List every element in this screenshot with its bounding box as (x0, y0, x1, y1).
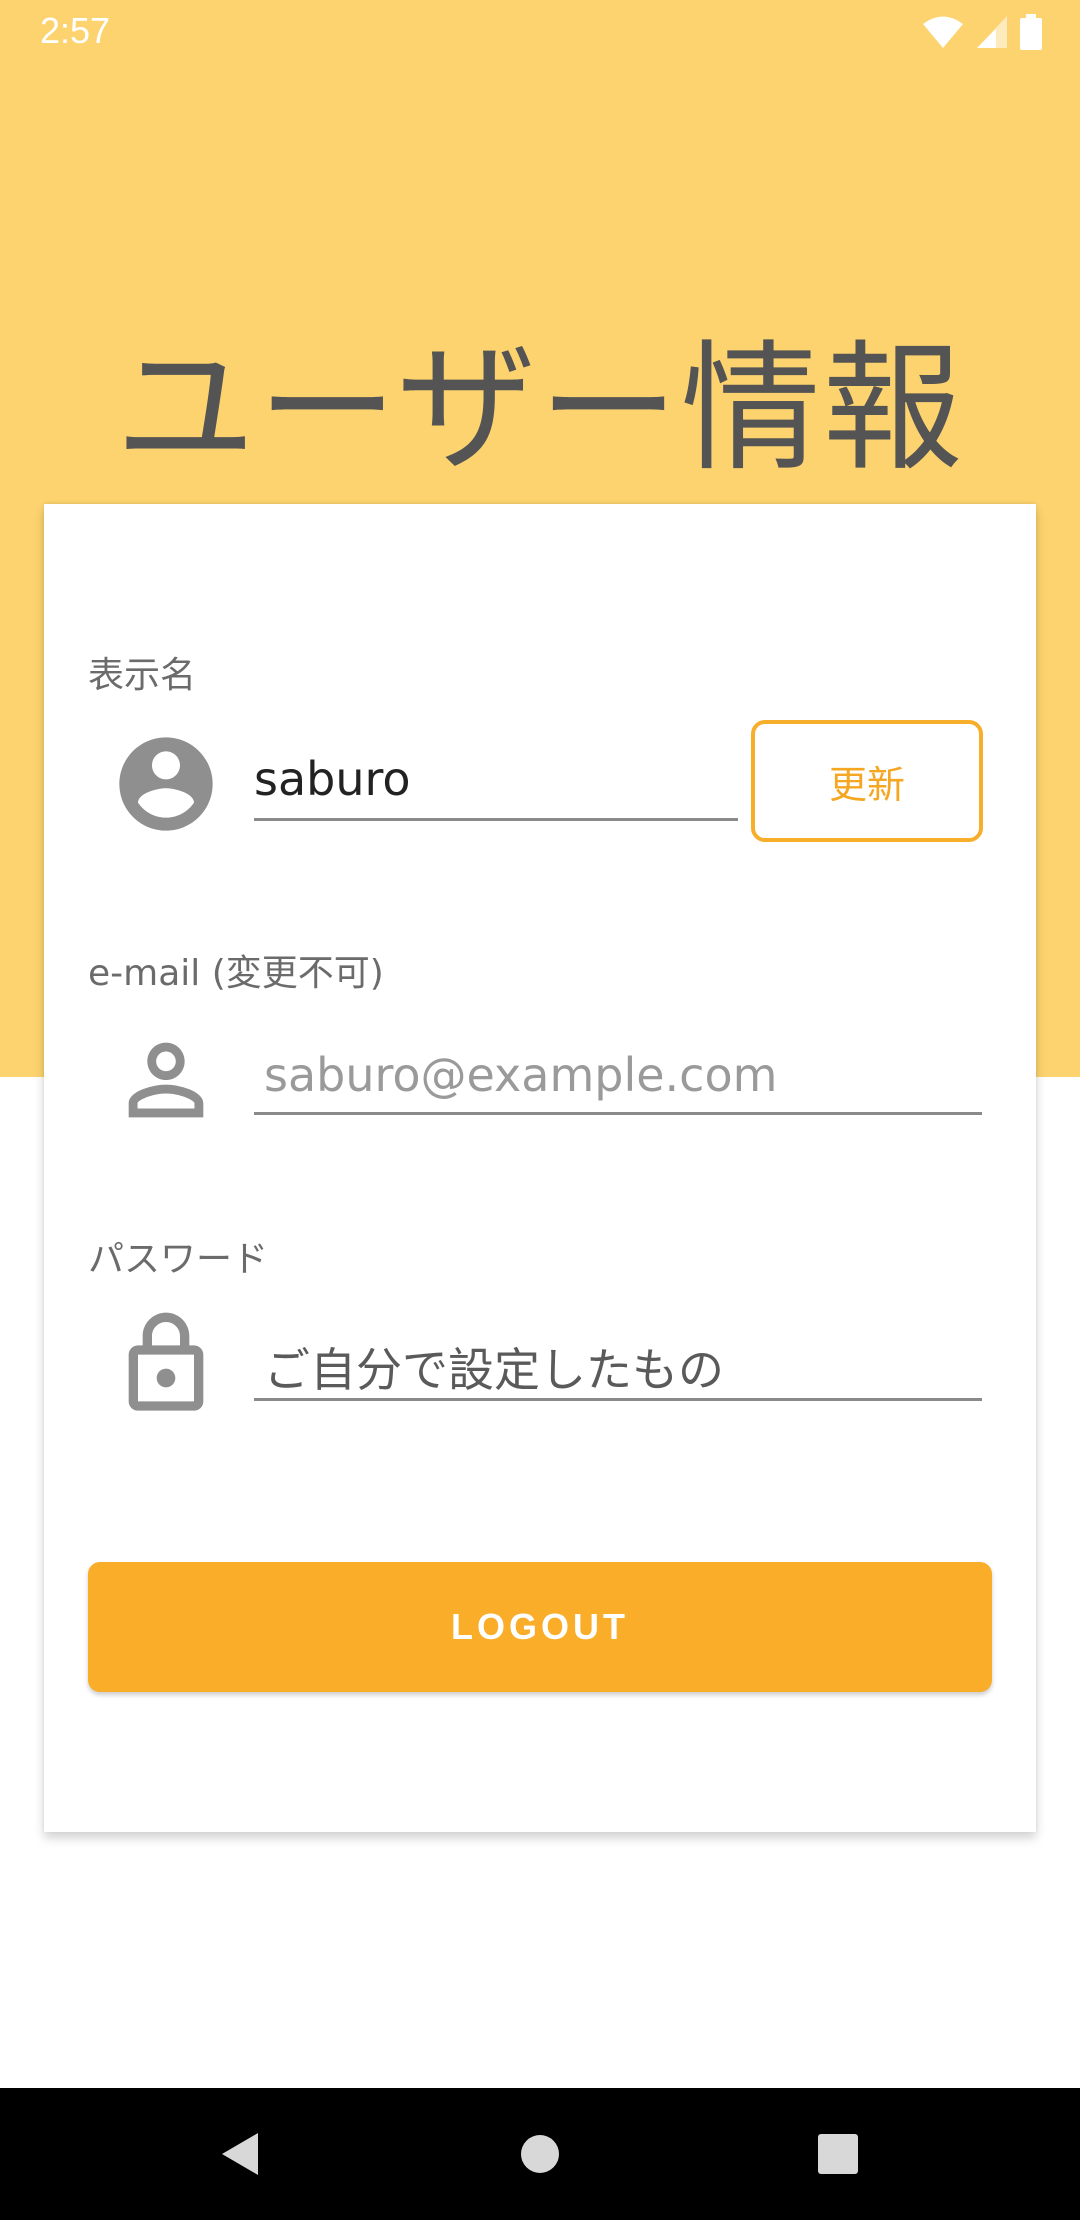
status-bar: 2:57 (0, 0, 1080, 66)
password-underline (254, 1398, 982, 1401)
update-button[interactable]: 更新 (751, 720, 983, 842)
battery-icon (1020, 14, 1042, 54)
page-title: ユーザー情報 (115, 328, 965, 491)
password-label: パスワード (88, 1239, 269, 1280)
person-outline-icon (110, 1024, 222, 1140)
recents-icon[interactable] (798, 2088, 878, 2220)
logout-button[interactable]: LOGOUT (88, 1562, 992, 1692)
back-icon[interactable] (200, 2088, 280, 2220)
password-field: ご自分で設定したもの (264, 1343, 724, 1397)
email-underline (254, 1112, 982, 1115)
email-label: e-mail (変更不可) (88, 953, 384, 994)
cellular-signal-icon (976, 15, 1008, 53)
status-icons (922, 14, 1042, 54)
lock-icon (110, 1308, 222, 1424)
display-name-underline (254, 818, 738, 821)
account-circle-icon (110, 728, 222, 844)
wifi-icon (922, 15, 964, 53)
status-time: 2:57 (40, 10, 111, 51)
email-field: saburo@example.com (264, 1048, 778, 1102)
display-name-input[interactable]: saburo (254, 752, 411, 806)
user-info-card: 表示名 saburo 更新 e-mail (変更不可) saburo@examp… (44, 504, 1036, 1832)
navigation-bar (0, 2088, 1080, 2220)
home-icon[interactable] (500, 2088, 580, 2220)
display-name-label: 表示名 (88, 655, 197, 696)
